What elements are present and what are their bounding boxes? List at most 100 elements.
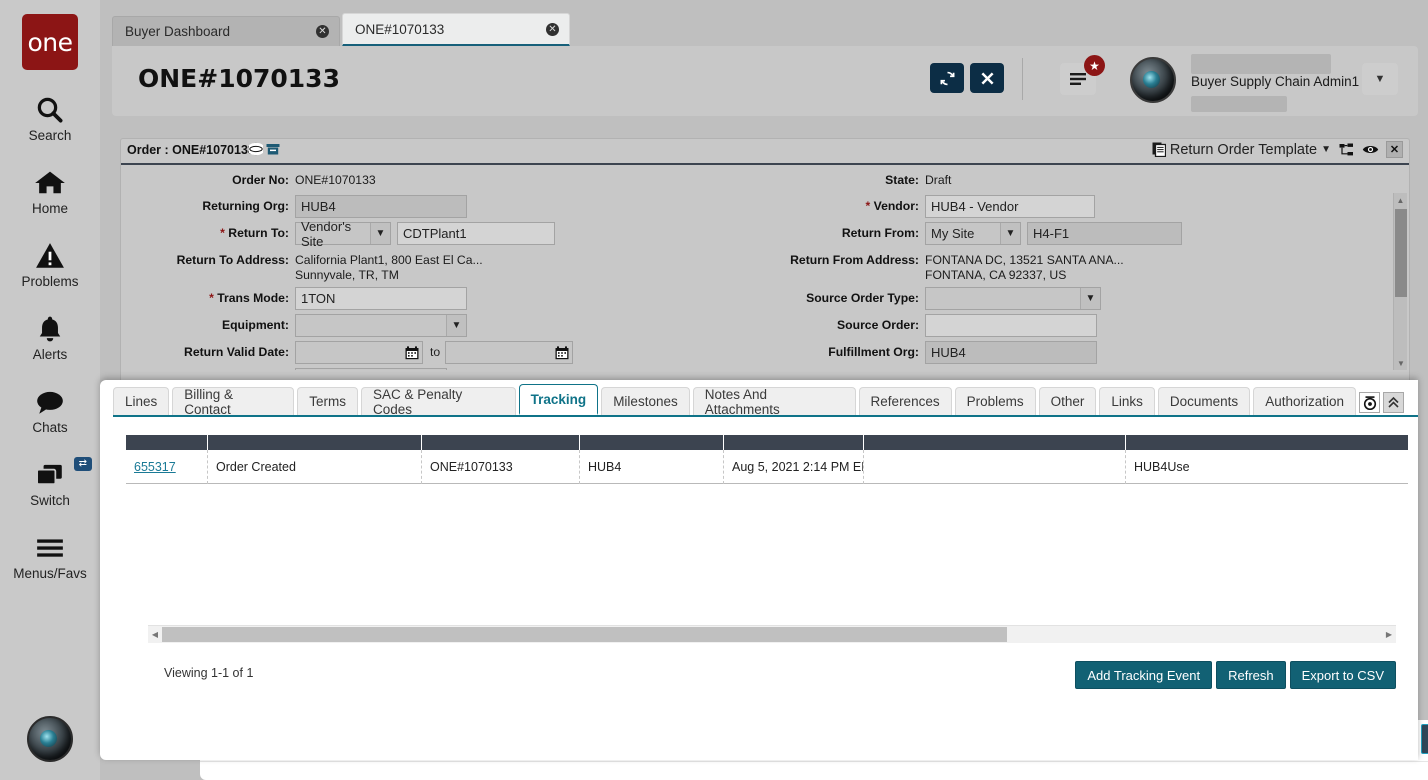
tab-billing-contact[interactable]: Billing & Contact [172,387,294,415]
form-scrollbar[interactable]: ▲ ▼ [1393,193,1407,370]
header-divider [1022,58,1023,100]
return-to-select[interactable]: Vendor's Site ▼ [295,222,391,245]
grid-header-cell[interactable] [580,435,724,450]
tracking-id-link[interactable]: 655317 [126,450,208,484]
returning-org-input[interactable]: HUB4 [295,195,467,218]
field-value: HUB4 [931,345,966,360]
field-value: Vendor's Site [296,219,370,249]
chevron-down-icon: ▼ [1080,288,1100,309]
table-row[interactable]: 655317 Order Created ONE#1070133 HUB4 Au… [126,450,1408,484]
window-tab-buyer-dashboard[interactable]: Buyer Dashboard ✕ [112,16,340,46]
scroll-up-icon[interactable]: ▲ [1394,193,1407,207]
rail-avatar[interactable] [27,716,73,762]
equipment-select[interactable]: ▼ [295,314,467,337]
grid-header-cell[interactable] [208,435,422,450]
scroll-right-icon[interactable]: ▶ [1382,630,1396,639]
add-tracking-event-button[interactable]: Add Tracking Event [1075,661,1212,689]
tab-notes-and-attachments[interactable]: Notes And Attachments [693,387,856,415]
scroll-thumb[interactable] [1395,209,1407,297]
rail-item-search[interactable]: Search [0,94,100,143]
rail-item-alerts[interactable]: Alerts [0,313,100,362]
archive-icon[interactable] [266,143,280,156]
grid-horizontal-scrollbar[interactable]: ◀ ▶ [148,625,1396,643]
delivery-date-input[interactable] [295,368,447,370]
export-to-csv-button[interactable]: Export to CSV [1290,661,1396,689]
scroll-thumb[interactable] [162,627,1007,642]
rail-item-menus-favs[interactable]: Menus/Favs [0,532,100,581]
chevron-down-icon[interactable]: ▼ [1362,63,1398,95]
tab-links[interactable]: Links [1099,387,1155,415]
rail-item-home[interactable]: Home [0,167,100,216]
tab-problems[interactable]: Problems [955,387,1036,415]
fulfillment-org-input[interactable]: HUB4 [925,341,1097,364]
tab-lines[interactable]: Lines [113,387,169,415]
warning-icon [35,240,65,272]
home-icon [34,167,66,199]
hierarchy-icon[interactable] [1338,141,1355,158]
close-icon[interactable]: ✕ [546,23,559,36]
button-label: Refresh [1228,668,1274,683]
grid-header-cell[interactable] [1126,435,1381,450]
grid-header-cell[interactable] [724,435,864,450]
tab-authorization[interactable]: Authorization [1253,387,1356,415]
tab-other[interactable]: Other [1039,387,1097,415]
close-icon[interactable] [970,63,1004,93]
calendar-icon[interactable] [425,369,446,370]
tab-tracking[interactable]: Tracking [519,384,599,415]
field-label: * Vendor: [721,195,919,213]
tab-terms[interactable]: Terms [297,387,358,415]
address-line-2: Sunnyvale, TR, TM [295,268,483,283]
grid-header-cell[interactable] [864,435,1126,450]
close-x-icon[interactable]: ✕ [1386,141,1403,158]
eye-icon[interactable] [1362,141,1379,158]
field-value: H4-F1 [1033,226,1069,241]
field-label: * Return To: [121,222,289,240]
return-order-template-dropdown[interactable]: Return Order Template ▼ [1152,142,1331,158]
rail-label-home: Home [32,201,68,216]
refresh-icon[interactable] [930,63,964,93]
scroll-down-icon[interactable]: ▼ [1394,356,1408,370]
field-label: Source Order: [721,314,919,332]
scroll-track[interactable] [162,626,1382,644]
trans-mode-input[interactable]: 1TON [295,287,467,310]
rail-item-problems[interactable]: Problems [0,240,100,289]
globe-icon[interactable] [249,142,263,156]
source-order-input[interactable] [925,314,1097,337]
address-line-2: FONTANA, CA 92337, US [925,268,1124,283]
rail-label-switch: Switch [30,493,70,508]
switch-badge[interactable]: ⇄ [74,457,92,471]
vendor-input[interactable]: HUB4 - Vendor [925,195,1095,218]
field-value: HUB4 - Vendor [931,199,1018,214]
calendar-icon[interactable] [401,342,422,363]
tab-sac-penalty-codes[interactable]: SAC & Penalty Codes [361,387,516,415]
star-icon[interactable]: ★ [1084,55,1105,76]
grid-header-cell[interactable] [126,435,208,450]
return-to-site-input[interactable]: CDTPlant1 [397,222,555,245]
field-label: * Trans Mode: [121,287,289,305]
rail-label-switch-chats: Chats [32,420,67,435]
return-valid-date-from-input[interactable] [295,341,423,364]
grid-header-cell[interactable] [422,435,580,450]
actions-button[interactable]: Actions ▼ [1421,724,1428,754]
return-from-site-input[interactable]: H4-F1 [1027,222,1182,245]
rail-item-switch[interactable]: ⇄ Switch [0,459,100,508]
return-valid-date-to-input[interactable] [445,341,573,364]
collapse-up-icon[interactable] [1383,392,1404,413]
tab-milestones[interactable]: Milestones [601,387,690,415]
calendar-icon[interactable] [551,342,572,363]
tab-documents[interactable]: Documents [1158,387,1250,415]
tracking-grid: 655317 Order Created ONE#1070133 HUB4 Au… [126,435,1408,485]
settings-gear-icon[interactable] [1359,392,1380,413]
field-label: Delivery Date: [121,368,289,370]
tab-references[interactable]: References [859,387,952,415]
scroll-left-icon[interactable]: ◀ [148,630,162,639]
close-icon[interactable]: ✕ [316,25,329,38]
window-tab-one-1070133[interactable]: ONE#1070133 ✕ [342,13,570,46]
rail-item-chats[interactable]: Chats [0,386,100,435]
return-from-select[interactable]: My Site ▼ [925,222,1021,245]
tab-label: Authorization [1265,394,1344,409]
source-order-type-select[interactable]: ▼ [925,287,1101,310]
field-value: 1TON [301,291,335,306]
avatar[interactable] [1130,57,1176,103]
refresh-button[interactable]: Refresh [1216,661,1286,689]
